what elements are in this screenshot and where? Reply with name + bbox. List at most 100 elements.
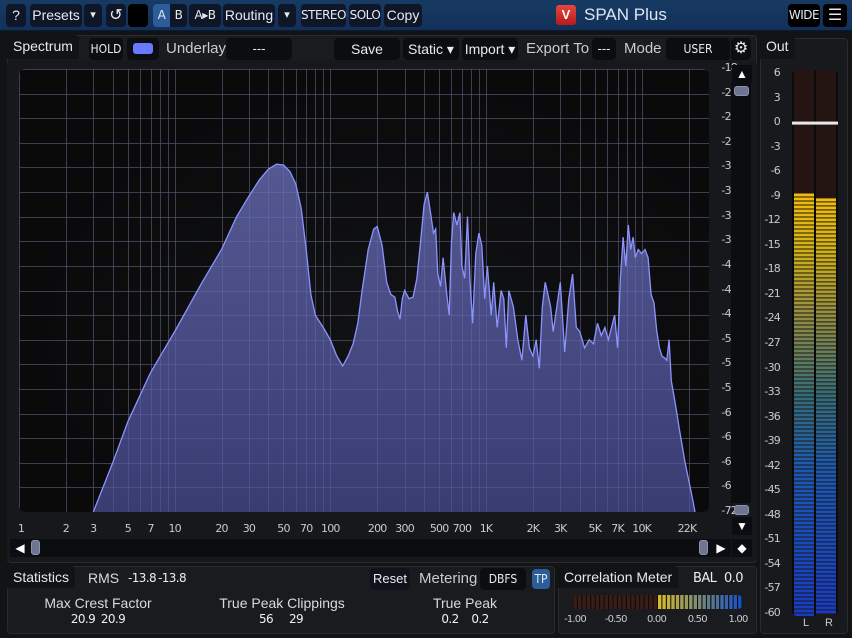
- meter-bar-right-segment: [816, 302, 836, 306]
- meter-bar-left-segment: [794, 501, 814, 505]
- ab-b-button[interactable]: B: [170, 4, 187, 27]
- import-dropdown[interactable]: Import ▾: [462, 38, 518, 60]
- help-button[interactable]: ?: [6, 4, 26, 27]
- meter-bar-right-segment: [816, 570, 836, 574]
- meter-bar-right-segment: [816, 462, 836, 466]
- meter-bar-right-segment: [816, 474, 836, 478]
- meter-bar-left-segment: [794, 485, 814, 489]
- meter-bar-right-segment: [816, 538, 836, 542]
- meter-bar-left-segment: [794, 377, 814, 381]
- static-dropdown[interactable]: Static ▾: [403, 38, 459, 60]
- meter-bar-right-segment: [816, 282, 836, 286]
- reset-button[interactable]: Reset: [370, 568, 410, 590]
- meter-bar-right-segment: [816, 394, 836, 398]
- copy-button[interactable]: Copy: [384, 4, 422, 27]
- meter-bar-left-segment: [794, 393, 814, 397]
- spectrum-svg: [19, 69, 709, 512]
- tab-out[interactable]: Out: [760, 35, 795, 59]
- spectrum-plot[interactable]: [19, 69, 709, 512]
- vertical-scroll-bottom-thumb[interactable]: [734, 505, 749, 515]
- meter-bar-left-segment: [794, 605, 814, 609]
- meter-bar-right-segment: [816, 338, 836, 342]
- horizontal-scrollbar[interactable]: [11, 539, 731, 557]
- meter-bar-right-segment: [816, 278, 836, 282]
- meter-bar-right-segment: [816, 222, 836, 226]
- meter-bar-left-segment: [794, 289, 814, 293]
- meter-bar-right-segment: [816, 258, 836, 262]
- max-crest-left-value: 20.9: [70, 612, 96, 626]
- meter-bar-left-segment: [794, 513, 814, 517]
- meter-bar-right-segment: [816, 598, 836, 602]
- peak-hold-marker: [792, 121, 838, 125]
- meter-bar-right-segment: [816, 310, 836, 314]
- tab-correlation-meter[interactable]: Correlation Meter: [558, 566, 679, 588]
- meter-bar-right-segment: [816, 606, 836, 610]
- meter-bar-left-segment: [794, 453, 814, 457]
- scroll-up-icon[interactable]: ▲: [732, 65, 752, 83]
- meter-bar-right-segment: [816, 214, 836, 218]
- vertical-scrollbar[interactable]: [731, 83, 751, 503]
- meter-bar-right-segment: [816, 246, 836, 250]
- horizontal-scroll-right-thumb[interactable]: [699, 540, 708, 555]
- settings-gear-icon[interactable]: ⚙: [731, 38, 751, 60]
- color-swatch-button[interactable]: [127, 38, 159, 60]
- correlation-segment: [582, 595, 586, 609]
- meter-scale-label: -30: [764, 360, 780, 374]
- solo-button[interactable]: SOLO: [349, 4, 381, 27]
- vertical-scroll-top-thumb[interactable]: [734, 86, 749, 96]
- tab-spectrum[interactable]: Spectrum: [7, 35, 79, 59]
- true-peak-toggle[interactable]: TP: [532, 569, 550, 589]
- correlation-scale-label: -1.00: [564, 614, 587, 625]
- save-png-button[interactable]: Save PNG: [334, 38, 400, 79]
- meter-bar-left-segment: [794, 245, 814, 249]
- meter-bar-left-segment: [794, 357, 814, 361]
- meter-bar-left-segment: [794, 509, 814, 513]
- meter-scale-label: -6: [770, 164, 781, 178]
- correlation-segment: [595, 595, 600, 609]
- hold-button[interactable]: HOLD: [89, 38, 123, 60]
- tab-statistics[interactable]: Statistics: [7, 566, 76, 588]
- x-tick-label: 2K: [526, 522, 540, 535]
- ab-copy-button[interactable]: A▸B: [189, 4, 221, 27]
- rms-label: RMS: [88, 570, 120, 586]
- meter-bar-right-segment: [816, 234, 836, 238]
- meter-bar-right-segment: [816, 494, 836, 498]
- reset-zoom-diamond-icon[interactable]: ◆: [732, 539, 752, 557]
- scroll-down-icon[interactable]: ▼: [732, 517, 752, 535]
- meter-bar-left-segment: [794, 461, 814, 465]
- meter-bar-left-segment: [794, 217, 814, 221]
- underlay-select[interactable]: ---: [226, 38, 292, 60]
- meter-bar-right-segment: [816, 210, 836, 214]
- meter-bar-left-segment: [794, 581, 814, 585]
- menu-icon[interactable]: ☰: [823, 4, 847, 27]
- meter-bar-left-segment: [794, 277, 814, 281]
- meter-bar-right-segment: [816, 242, 836, 246]
- presets-dropdown-icon[interactable]: ▾: [84, 4, 102, 27]
- scroll-right-icon[interactable]: ▶: [711, 539, 731, 557]
- presets-button[interactable]: Presets: [30, 4, 82, 27]
- spectrum-fill: [93, 164, 695, 512]
- correlation-segment: [591, 595, 595, 609]
- routing-button[interactable]: Routing: [223, 4, 275, 27]
- meter-bar-right-segment: [816, 450, 836, 454]
- x-tick-label: 1K: [479, 522, 493, 535]
- stereo-button[interactable]: STEREO: [301, 4, 346, 27]
- correlation-segment: [635, 595, 640, 609]
- wide-button[interactable]: WIDE: [788, 4, 820, 27]
- export-to-select[interactable]: ---: [592, 38, 616, 60]
- meter-bar-left-segment: [794, 429, 814, 433]
- scroll-left-icon[interactable]: ◀: [10, 539, 30, 557]
- meter-bar-right-segment: [816, 354, 836, 358]
- x-tick-label: 50: [277, 522, 290, 535]
- meter-scale-label: -39: [764, 434, 780, 448]
- mode-select[interactable]: USER: [666, 38, 730, 60]
- balance-value: 0.0: [724, 571, 743, 586]
- metering-select[interactable]: DBFS: [480, 568, 526, 590]
- routing-dropdown-icon[interactable]: ▾: [278, 4, 296, 27]
- meter-bar-left-segment: [794, 549, 814, 553]
- ab-a-button[interactable]: A: [153, 4, 170, 27]
- undo-icon[interactable]: ↺: [106, 4, 126, 27]
- true-peak-label: True Peak: [432, 595, 498, 611]
- horizontal-scroll-left-thumb[interactable]: [31, 540, 40, 555]
- metering-label: Metering: [419, 570, 478, 587]
